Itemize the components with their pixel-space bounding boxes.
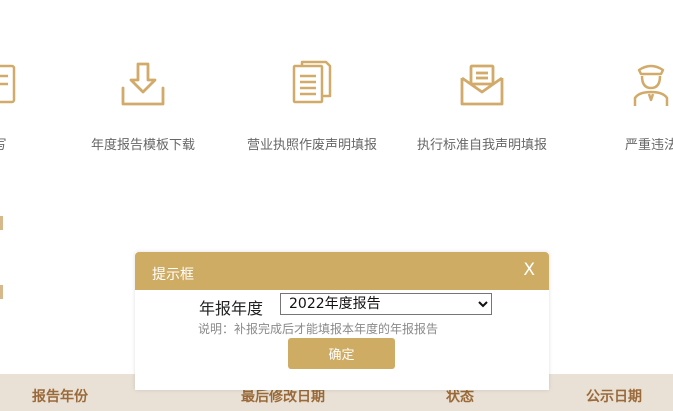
column-header-publish-date: 公示日期 — [586, 389, 642, 405]
dialog-header: 提示框 X — [135, 252, 549, 290]
service-item-label: 写 — [0, 134, 75, 153]
annual-year-select[interactable]: 2022年度报告 — [280, 293, 492, 315]
dialog-note: 说明：补报完成后才能填报本年度的年报报告 — [198, 322, 439, 336]
download-icon — [121, 62, 165, 106]
officer-icon — [633, 64, 669, 106]
service-item-label: 年度报告模板下载 — [90, 138, 195, 153]
annual-year-label: 年报年度 — [199, 299, 264, 318]
service-item-serious-violation[interactable]: 严重违法 — [576, 0, 673, 160]
column-header-report-year: 报告年份 — [32, 389, 88, 405]
edit-icon — [0, 64, 16, 104]
service-item-template-download[interactable]: 年度报告模板下载 — [68, 0, 218, 160]
dialog-title: 提示框 — [152, 267, 194, 283]
envelope-icon — [460, 64, 504, 106]
service-item-label: 执行标准自我声明填报 — [416, 138, 547, 153]
edge-mark — [0, 285, 3, 299]
service-item-fill-in[interactable]: 写 — [0, 0, 75, 160]
edge-mark — [0, 216, 3, 230]
confirm-button[interactable]: 确定 — [288, 338, 395, 369]
prompt-dialog: 提示框 X 年报年度 2022年度报告 说明：补报完成后才能填报本年度的年报报告… — [135, 252, 549, 390]
service-item-label: 营业执照作废声明填报 — [246, 138, 377, 153]
document-icon — [292, 60, 332, 104]
service-icon-row: 写 年度报告模板下载 营业执照作废声明填报 执行标准自我声明填报 — [0, 0, 673, 200]
service-item-license-void[interactable]: 营业执照作废声明填报 — [237, 0, 387, 160]
service-item-label: 严重违法 — [624, 138, 673, 153]
service-item-standard-declaration[interactable]: 执行标准自我声明填报 — [407, 0, 557, 160]
close-icon[interactable]: X — [523, 262, 535, 279]
